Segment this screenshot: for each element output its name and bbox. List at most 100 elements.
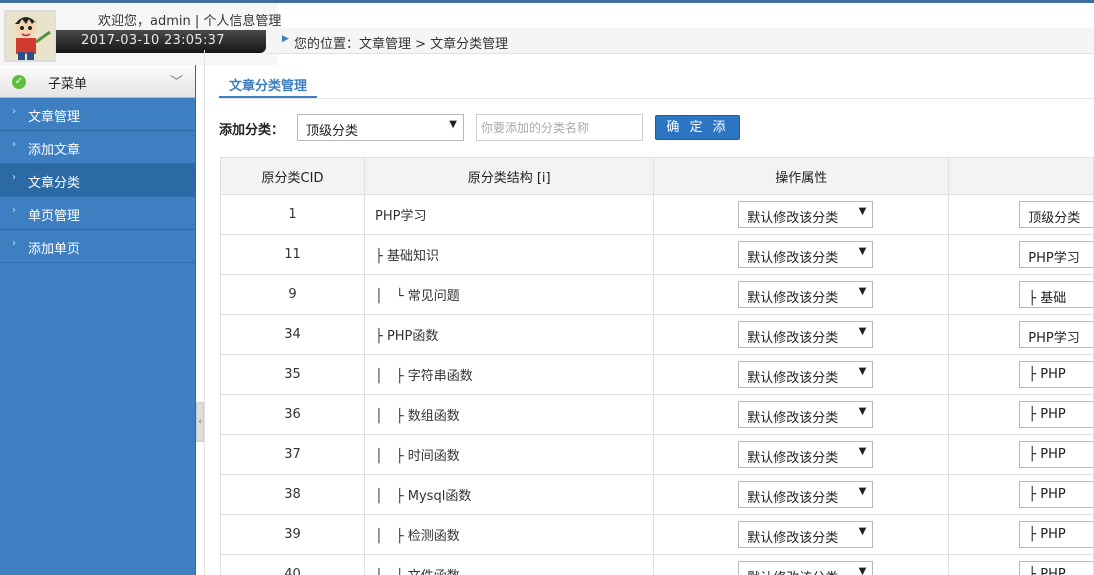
dropdown-arrow-icon: ▼ xyxy=(858,366,867,377)
cell-cid: 35 xyxy=(220,354,365,395)
sidebar-item-article-category[interactable]: › 文章分类 xyxy=(0,164,195,197)
sidebar-item-label: 文章管理 xyxy=(28,110,81,125)
dropdown-arrow-icon: ▼ xyxy=(858,566,867,575)
cell-parent: PHP学习 xyxy=(948,234,1094,275)
cell-cid: 1 xyxy=(220,194,365,235)
operation-select[interactable]: 默认修改该分类 ▼ xyxy=(738,401,874,428)
parent-select[interactable]: ├ PHP xyxy=(1019,561,1093,575)
cell-ops: 默认修改该分类 ▼ xyxy=(653,514,950,555)
sidebar-item-label: 添加文章 xyxy=(28,143,81,158)
table-row: 38 │ ├ Mysql函数 默认修改该分类 ▼ ├ PHP xyxy=(220,474,1094,515)
operation-select[interactable]: 默认修改该分类 ▼ xyxy=(738,361,874,388)
cell-parent: ├ PHP xyxy=(948,354,1094,395)
cell-ops: 默认修改该分类 ▼ xyxy=(653,394,950,435)
parent-select[interactable]: ├ PHP xyxy=(1019,521,1093,548)
header-ops: 操作属性 xyxy=(653,157,950,195)
cell-parent: 顶级分类 xyxy=(948,194,1094,235)
operation-select[interactable]: 默认修改该分类 ▼ xyxy=(738,561,874,575)
dropdown-arrow-icon: ▼ xyxy=(858,406,867,417)
check-circle-icon: ✓ xyxy=(12,75,26,89)
cell-ops: 默认修改该分类 ▼ xyxy=(653,194,950,235)
cell-structure: PHP学习 xyxy=(363,194,655,235)
operation-select[interactable]: 默认修改该分类 ▼ xyxy=(738,321,874,348)
dropdown-arrow-icon: ▼ xyxy=(858,446,867,457)
cell-ops: 默认修改该分类 ▼ xyxy=(653,314,950,355)
select-value: 默认修改该分类 xyxy=(747,531,839,546)
category-name-input[interactable] xyxy=(476,114,643,141)
parent-select[interactable]: 顶级分类 xyxy=(1019,201,1093,228)
sidebar-item-add-article[interactable]: › 添加文章 xyxy=(0,131,195,164)
select-value: 默认修改该分类 xyxy=(747,211,839,226)
operation-select[interactable]: 默认修改该分类 ▼ xyxy=(738,481,874,508)
parent-select[interactable]: PHP学习 xyxy=(1019,241,1093,268)
sidebar-collapse-toggle[interactable]: ‹ xyxy=(196,402,204,442)
sidebar-item-label: 文章分类 xyxy=(28,176,81,191)
cell-structure: │ ├ 字符串函数 xyxy=(363,354,655,395)
cell-structure: │ ├ 检测函数 xyxy=(363,514,655,555)
operation-select[interactable]: 默认修改该分类 ▼ xyxy=(738,441,874,468)
cell-structure: │ └ 常见问题 xyxy=(363,274,655,315)
cell-structure: │ ├ Mysql函数 xyxy=(363,474,655,515)
sidebar-item-label: 单页管理 xyxy=(28,209,81,224)
cell-cid: 38 xyxy=(220,474,365,515)
operation-select[interactable]: 默认修改该分类 ▼ xyxy=(738,281,874,308)
category-table: 原分类CID 原分类结构 [i] 操作属性 1 PHP学习 默认修改该分类 ▼ 顶级分类… xyxy=(220,157,1094,575)
clock-bar: 2017-03-10 23:05:37 xyxy=(56,30,266,53)
table-row: 35 │ ├ 字符串函数 默认修改该分类 ▼ ├ PHP xyxy=(220,354,1094,395)
tab-underline xyxy=(219,98,1094,99)
cell-cid: 34 xyxy=(220,314,365,355)
operation-select[interactable]: 默认修改该分类 ▼ xyxy=(738,201,874,228)
breadcrumb: ▶ 您的位置：文章管理 > 文章分类管理 xyxy=(266,28,1094,54)
select-value: ├ PHP xyxy=(1028,567,1066,575)
select-value: 默认修改该分类 xyxy=(747,331,839,346)
select-value: 顶级分类 xyxy=(306,124,359,139)
cell-structure: │ ├ 数组函数 xyxy=(363,394,655,435)
select-value: 默认修改该分类 xyxy=(747,411,839,426)
avatar[interactable] xyxy=(4,10,56,62)
select-value: 默认修改该分类 xyxy=(747,371,839,386)
cell-structure: │ ├ 文件函数 xyxy=(363,554,655,575)
cell-parent: ├ PHP xyxy=(948,394,1094,435)
sidebar-item-page-manage[interactable]: › 单页管理 xyxy=(0,197,195,230)
cell-structure: ├ 基础知识 xyxy=(363,234,655,275)
parent-select[interactable]: ├ 基础 xyxy=(1019,281,1093,308)
cell-parent: ├ PHP xyxy=(948,434,1094,475)
select-value: 默认修改该分类 xyxy=(747,491,839,506)
parent-category-select[interactable]: 顶级分类 ▼ xyxy=(297,114,464,141)
table-row: 39 │ ├ 检测函数 默认修改该分类 ▼ ├ PHP xyxy=(220,514,1094,555)
parent-select[interactable]: ├ PHP xyxy=(1019,401,1093,428)
tab-article-category[interactable]: 文章分类管理 xyxy=(219,73,317,98)
sidebar: ✓ 子菜单 ﹀ › 文章管理 › 添加文章 › 文章分类 › 单页管理 › 添加… xyxy=(0,65,196,575)
chevron-right-icon: › xyxy=(12,205,16,216)
select-value: ├ PHP xyxy=(1028,367,1066,382)
cell-cid: 37 xyxy=(220,434,365,475)
sidebar-item-article-manage[interactable]: › 文章管理 xyxy=(0,98,195,131)
sidebar-item-add-page[interactable]: › 添加单页 xyxy=(0,230,195,263)
chevron-right-icon: › xyxy=(12,172,16,183)
table-row: 34 ├ PHP函数 默认修改该分类 ▼ PHP学习 xyxy=(220,314,1094,355)
chevron-right-icon: › xyxy=(12,106,16,117)
cell-cid: 9 xyxy=(220,274,365,315)
operation-select[interactable]: 默认修改该分类 ▼ xyxy=(738,521,874,548)
submenu-header[interactable]: ✓ 子菜单 ﹀ xyxy=(0,65,195,98)
cell-structure: ├ PHP函数 xyxy=(363,314,655,355)
select-value: 默认修改该分类 xyxy=(747,251,839,266)
table-header-row: 原分类CID 原分类结构 [i] 操作属性 xyxy=(220,157,1094,195)
dropdown-arrow-icon: ▼ xyxy=(449,119,457,130)
header-parent xyxy=(948,157,1094,195)
operation-select[interactable]: 默认修改该分类 ▼ xyxy=(738,241,874,268)
parent-select[interactable]: ├ PHP xyxy=(1019,481,1093,508)
welcome-text: 欢迎您，admin | 个人信息管理 xyxy=(98,14,282,29)
cell-parent: PHP学习 xyxy=(948,314,1094,355)
parent-select[interactable]: PHP学习 xyxy=(1019,321,1093,348)
confirm-add-button[interactable]: 确 定 添 加 xyxy=(655,115,740,158)
select-value: 默认修改该分类 xyxy=(747,451,839,466)
parent-select[interactable]: ├ PHP xyxy=(1019,361,1093,388)
dropdown-arrow-icon: ▼ xyxy=(858,206,867,217)
cell-cid: 36 xyxy=(220,394,365,435)
select-value: ├ PHP xyxy=(1028,407,1066,422)
chevron-down-icon: ﹀ xyxy=(170,75,184,90)
select-value: 顶级分类 xyxy=(1028,211,1081,226)
cell-cid: 11 xyxy=(220,234,365,275)
parent-select[interactable]: ├ PHP xyxy=(1019,441,1093,468)
